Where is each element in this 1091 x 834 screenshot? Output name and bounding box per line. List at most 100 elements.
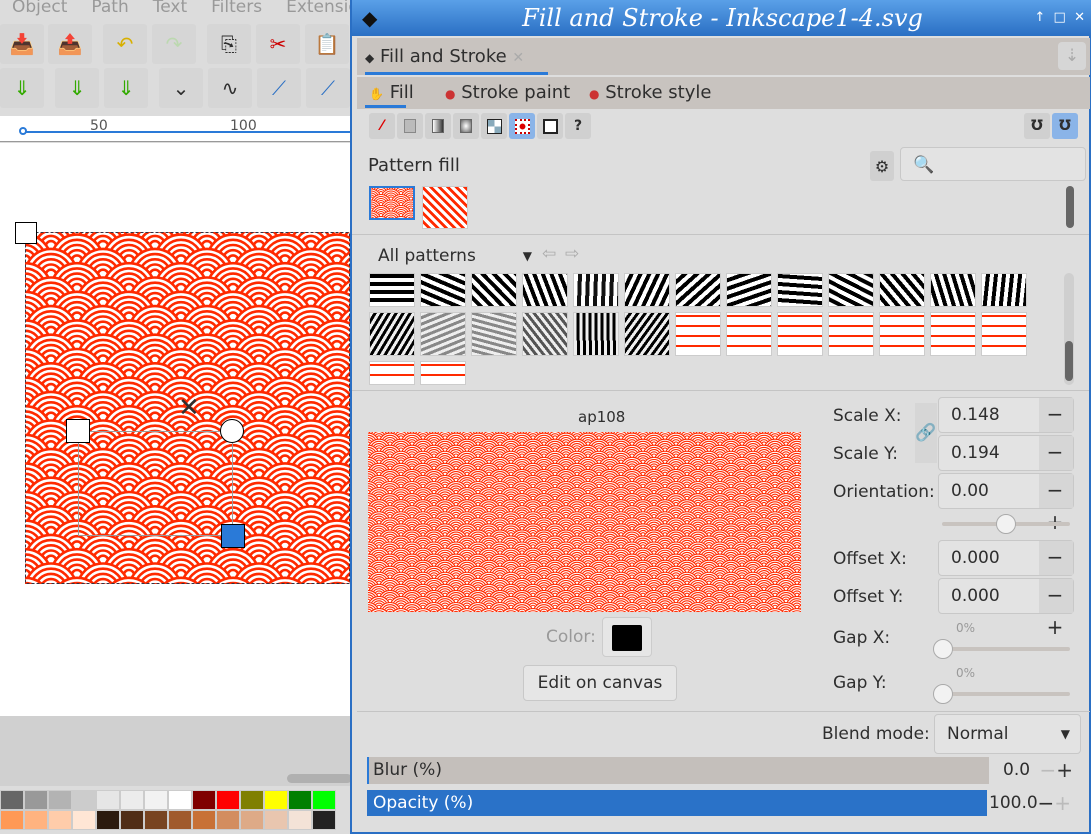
close-button[interactable]: ✕ — [1074, 10, 1085, 25]
fill-rule-evenodd-button[interactable]: Ʊ — [1024, 113, 1050, 139]
palette-swatch[interactable] — [240, 790, 264, 810]
pattern-search-input[interactable]: 🔍 — [900, 147, 1086, 181]
recent-pattern-2[interactable] — [422, 186, 468, 229]
pattern-thumbnail[interactable] — [828, 312, 874, 356]
palette-swatch[interactable] — [168, 790, 192, 810]
pattern-thumbnail[interactable] — [573, 273, 619, 307]
fill-rule-nonzero-button[interactable]: Ʊ — [1052, 113, 1078, 139]
gallery-scrollbar[interactable] — [1064, 273, 1074, 385]
pattern-thumbnail[interactable] — [930, 312, 976, 356]
maximize-button[interactable]: □ — [1054, 10, 1066, 25]
horizontal-scrollbar[interactable] — [287, 774, 352, 783]
next-collection-button[interactable]: ⇨ — [565, 244, 579, 264]
palette-swatch[interactable] — [240, 810, 264, 830]
radial-gradient-button[interactable] — [453, 113, 479, 139]
gap-x-slider[interactable] — [933, 639, 1070, 659]
pattern-button[interactable] — [509, 113, 535, 139]
edit-on-canvas-button[interactable]: Edit on canvas — [523, 665, 677, 701]
recent-scrollbar[interactable] — [1066, 186, 1074, 228]
palette-swatch[interactable] — [48, 790, 72, 810]
copy-button[interactable]: ⎘ — [207, 24, 251, 64]
pattern-thumbnail[interactable] — [981, 273, 1027, 307]
no-paint-button[interactable]: ⁄ — [369, 113, 395, 139]
palette-swatch[interactable] — [0, 810, 24, 830]
pattern-thumbnail[interactable] — [879, 312, 925, 356]
palette-swatch[interactable] — [144, 790, 168, 810]
pattern-thumbnail[interactable] — [369, 312, 415, 356]
palette-swatch[interactable] — [264, 810, 288, 830]
palette-swatch[interactable] — [72, 810, 96, 830]
gap-y-slider[interactable] — [933, 684, 1070, 704]
menu-path[interactable]: Path — [91, 0, 128, 17]
scale-x-stepper[interactable]: −+ — [1039, 398, 1073, 458]
palette-swatch[interactable] — [0, 790, 24, 810]
palette-swatch[interactable] — [312, 790, 336, 810]
undo-button[interactable]: ↶ — [103, 24, 147, 64]
offset-x-stepper[interactable]: −+ — [1039, 541, 1073, 601]
pattern-thumbnail[interactable] — [675, 273, 721, 307]
pattern-thumbnail[interactable] — [369, 273, 415, 307]
palette-swatch[interactable] — [48, 810, 72, 830]
pattern-rotate-handle[interactable] — [220, 419, 244, 443]
pattern-thumbnail[interactable] — [420, 312, 466, 356]
recent-pattern-seigaiha[interactable] — [369, 186, 415, 220]
previous-collection-button[interactable]: ⇦ — [542, 244, 556, 264]
shade-button[interactable]: ↑ — [1034, 10, 1045, 25]
blur-input[interactable]: 0.0 −+ — [989, 757, 1075, 784]
opacity-slider[interactable]: Opacity (%) 100.0 −+ — [367, 790, 1073, 816]
pattern-thumbnail[interactable] — [522, 312, 568, 356]
pattern-thumbnail[interactable] — [624, 273, 670, 307]
pattern-thumbnail[interactable] — [726, 312, 772, 356]
pattern-thumbnail[interactable] — [471, 273, 517, 307]
pattern-scale-handle[interactable] — [221, 524, 245, 548]
pattern-thumbnail[interactable] — [420, 361, 466, 385]
node-cusp-button[interactable]: ⌄ — [159, 68, 203, 108]
pattern-thumbnail[interactable] — [420, 273, 466, 307]
node-auto-button[interactable]: ⟋ — [306, 68, 350, 108]
palette-swatch[interactable] — [216, 790, 240, 810]
palette-swatch[interactable] — [144, 810, 168, 830]
palette-swatch[interactable] — [72, 790, 96, 810]
palette-swatch[interactable] — [24, 810, 48, 830]
pattern-thumbnail[interactable] — [675, 312, 721, 356]
cut-button[interactable]: ✂ — [256, 24, 300, 64]
node-symmetric-button[interactable]: ⟋ — [257, 68, 301, 108]
export-button[interactable]: 📤 — [48, 24, 92, 64]
opacity-input[interactable]: 100.0 −+ — [987, 790, 1073, 816]
palette-swatch[interactable] — [24, 790, 48, 810]
pattern-thumbnail[interactable] — [369, 361, 415, 385]
opacity-stepper[interactable]: −+ — [1037, 790, 1071, 816]
pattern-thumbnail[interactable] — [981, 312, 1027, 356]
palette-swatch[interactable] — [120, 790, 144, 810]
paste-button[interactable]: 📋 — [305, 24, 349, 64]
scale-handle[interactable] — [15, 222, 37, 244]
blur-stepper[interactable]: −+ — [1039, 757, 1073, 784]
redo-button[interactable]: ↷ — [152, 24, 196, 64]
palette-swatch[interactable] — [168, 810, 192, 830]
palette-swatch[interactable] — [96, 810, 120, 830]
tab-fill-and-stroke[interactable]: ◆ Fill and Stroke ✕ — [365, 46, 524, 67]
swatch-button[interactable] — [537, 113, 563, 139]
orientation-input[interactable]: 0.00−+ — [938, 473, 1074, 534]
menu-text[interactable]: Text — [153, 0, 187, 17]
pattern-color-button[interactable] — [602, 617, 652, 657]
flat-color-button[interactable] — [397, 113, 423, 139]
menu-extensions[interactable]: Extensions — [286, 0, 352, 17]
pattern-thumbnail[interactable] — [930, 273, 976, 307]
dock-menu-button[interactable]: ⇣ — [1058, 42, 1086, 70]
offset-y-input[interactable]: 0.000 −+ — [938, 578, 1074, 639]
offset-y-stepper[interactable]: −+ — [1039, 579, 1073, 639]
pattern-thumbnail[interactable] — [726, 273, 772, 307]
orientation-stepper[interactable]: −+ — [1039, 474, 1073, 534]
pattern-thumbnail[interactable] — [828, 273, 874, 307]
pattern-thumbnail[interactable] — [777, 273, 823, 307]
drawing-canvas[interactable]: ✕ — [0, 143, 350, 716]
palette-swatch[interactable] — [192, 810, 216, 830]
node-tool-button-3[interactable]: ⇓ — [104, 68, 148, 108]
color-palette[interactable] — [0, 790, 350, 834]
pattern-thumbnail[interactable] — [879, 273, 925, 307]
palette-swatch[interactable] — [96, 790, 120, 810]
node-tool-button-1[interactable]: ⇓ — [0, 68, 44, 108]
palette-swatch[interactable] — [288, 810, 312, 830]
blend-mode-dropdown[interactable]: Normal ▼ — [934, 714, 1081, 754]
